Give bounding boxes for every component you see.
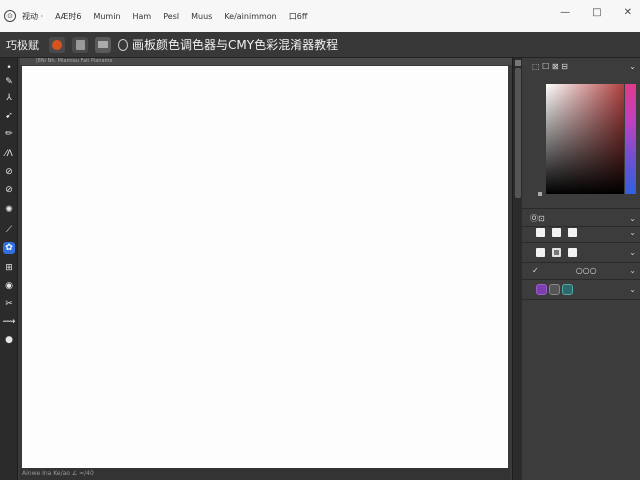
maximize-icon[interactable]: □: [592, 7, 601, 18]
swatch-white[interactable]: [568, 247, 577, 257]
panel-header-label[interactable]: ⬚ ☐ ⊠ ⊟: [532, 62, 568, 71]
menu-item-4[interactable]: Ham: [133, 12, 152, 21]
swatch-pattern[interactable]: [552, 247, 561, 257]
divider: [522, 299, 640, 300]
path-tool-icon[interactable]: ⁄ᐱ: [3, 148, 15, 160]
chevron-down-icon[interactable]: ⌄: [629, 248, 636, 257]
brush-gray-icon[interactable]: [549, 283, 560, 295]
save-icon: [75, 39, 85, 50]
picker-marker-icon: [538, 192, 542, 196]
brush-row: ⌄: [522, 279, 640, 299]
panel-menu-icon[interactable]: ⌄: [629, 62, 636, 71]
menu-item-6[interactable]: Muus: [191, 12, 212, 21]
record-tool-icon[interactable]: ●: [3, 334, 15, 346]
swatch-white[interactable]: [536, 227, 545, 237]
eye-tool-icon[interactable]: ◉: [3, 280, 15, 292]
swatch-row-1: ⌄: [522, 222, 640, 242]
document-icon: [118, 38, 128, 51]
layer-button[interactable]: [95, 36, 111, 53]
save-button[interactable]: [72, 36, 88, 53]
status-bar: Ainwe Ina Ke/ao ∠ ≈/40: [20, 468, 510, 480]
document-title-text: 画板颜色调色器与CMY色彩混淆器教程: [132, 38, 339, 52]
close-icon[interactable]: ✕: [624, 7, 632, 18]
lambda-tool-icon[interactable]: ⅄: [3, 92, 15, 104]
smudge-tool-icon[interactable]: ✿: [3, 242, 15, 254]
panel-header: ⬚ ☐ ⊠ ⊟ ⌄: [522, 58, 640, 74]
window-controls: — □ ✕: [560, 0, 632, 24]
check-icon: ✓: [532, 265, 539, 275]
layers-label: ○○○: [575, 265, 597, 275]
eraser-tool-icon[interactable]: ⊘: [3, 166, 15, 178]
gear-tool-icon[interactable]: ✺: [3, 204, 15, 216]
drawing-canvas[interactable]: [22, 66, 508, 468]
wave-tool-icon[interactable]: ⟿: [3, 316, 16, 328]
dot-tool-icon[interactable]: •: [3, 62, 15, 74]
brush-tool-icon[interactable]: ✏: [3, 128, 15, 140]
swatch-white[interactable]: [568, 227, 577, 237]
chevron-down-icon[interactable]: ⌄: [629, 266, 636, 275]
cut-tool-icon[interactable]: ✂: [3, 298, 15, 310]
tool-palette: • ✎ ⅄ ➹ ✏ ⁄ᐱ ⊘ ⊘ ✺ ⟋ ✿ ⊞ ◉ ✂ ⟿ ●: [0, 58, 18, 480]
chevron-down-icon[interactable]: ⌄: [629, 228, 636, 237]
app-name: 巧极赋: [6, 38, 39, 52]
menu-item-8[interactable]: 口6ff: [289, 11, 308, 22]
pen-tool-icon[interactable]: ✎: [3, 76, 15, 88]
orange-dot-icon: [52, 39, 62, 50]
chevron-down-icon[interactable]: ⌄: [629, 285, 636, 294]
swatch-white[interactable]: [552, 227, 561, 237]
layers-row[interactable]: ✓ ○○○ ⌄: [522, 260, 640, 280]
scroll-thumb[interactable]: [515, 68, 521, 198]
arrow-tool-icon[interactable]: ➹: [3, 110, 15, 122]
canvas-ruler: |8Ni Nh. Miamiau Fait Pianame: [20, 58, 512, 65]
swatch-white[interactable]: [536, 247, 545, 257]
lasso-tool-icon[interactable]: ⊘: [3, 184, 15, 196]
hue-slider[interactable]: [625, 84, 636, 194]
menu-item-1[interactable]: 视动 ·: [22, 11, 43, 22]
menu-bar: ⊙ 视动 · AÆ时6 Mumin Ham Pesl Muus Ke/ainim…: [0, 0, 640, 32]
scroll-up-icon[interactable]: [515, 60, 521, 66]
brush-purple-icon[interactable]: [536, 283, 547, 295]
minimize-icon[interactable]: —: [560, 7, 570, 18]
brush-teal-icon[interactable]: [562, 283, 573, 295]
color-picker-field[interactable]: [546, 84, 624, 194]
line-tool-icon[interactable]: ⟋: [3, 224, 15, 236]
app-logo-icon[interactable]: ⊙: [4, 10, 16, 22]
document-bar: 巧极赋 画板颜色调色器与CMY色彩混淆器教程: [0, 32, 640, 58]
menu-item-7[interactable]: Ke/ainimmon: [224, 12, 276, 21]
swatch-row-2: ⌄: [522, 242, 640, 262]
brush-preset-button[interactable]: [49, 36, 65, 53]
canvas-area: |8Ni Nh. Miamiau Fait Pianame Ainwe Ina …: [18, 58, 512, 480]
panel-header-icons: ⌄: [629, 62, 636, 71]
layer-icon: [98, 41, 108, 48]
color-panel: ⬚ ☐ ⊠ ⊟ ⌄ Ⓞ⊡ ⌄ ⌄ ⌄ ✓ ○○○ ⌄ ⌄: [522, 58, 640, 480]
document-title: 画板颜色调色器与CMY色彩混淆器教程: [118, 36, 338, 53]
grid-tool-icon[interactable]: ⊞: [3, 262, 15, 274]
menu-item-2[interactable]: AÆ时6: [55, 11, 81, 22]
menu-item-3[interactable]: Mumin: [93, 12, 120, 21]
menu-item-5[interactable]: Pesl: [163, 12, 179, 21]
vertical-scrollbar[interactable]: [512, 58, 522, 480]
